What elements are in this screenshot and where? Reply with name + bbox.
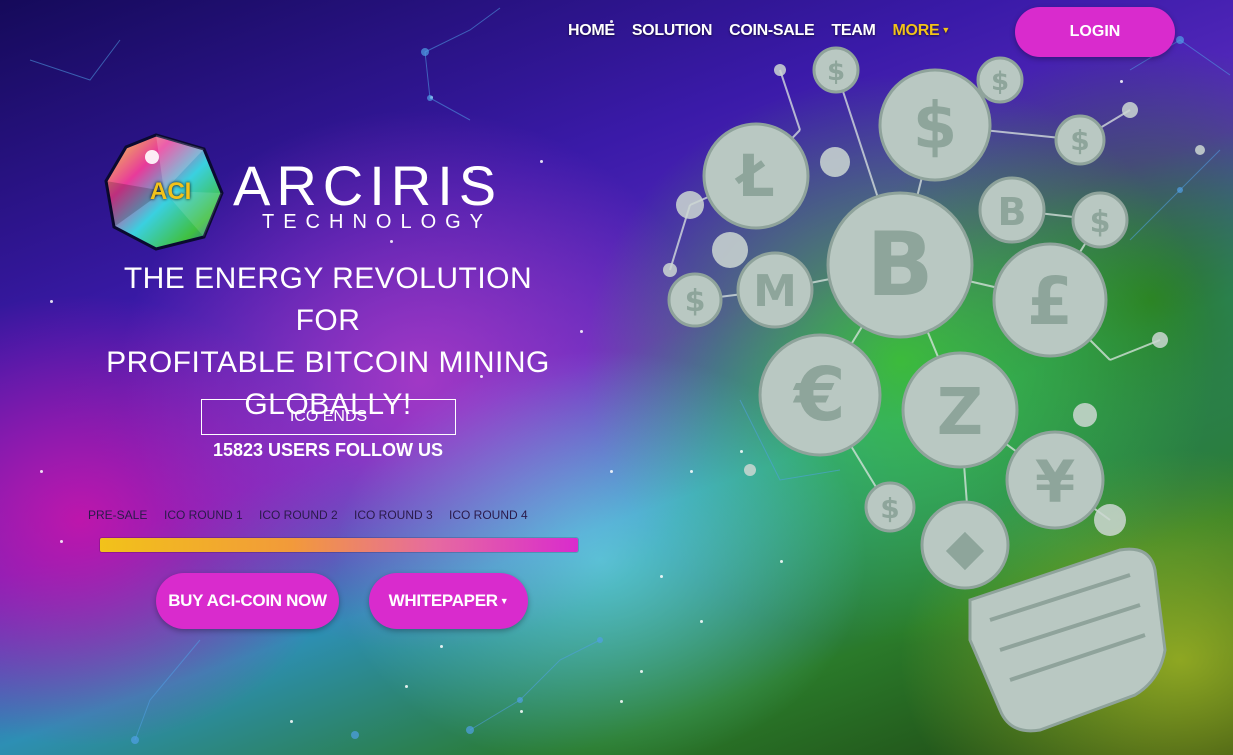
hero-headline-line-1: THE ENERGY REVOLUTION FOR [123,262,533,337]
svg-text:$: $ [1090,205,1111,240]
coin-lightbulb-icon: Ł $ $ $ $ B $ B M $ £ € Z ¥ $ ◆ [663,46,1205,733]
svg-text:$: $ [827,57,845,87]
logo-badge-text: ACI [150,178,192,205]
svg-text:M: M [753,266,797,317]
sale-progress-fill [100,538,578,552]
svg-text:£: £ [1027,263,1073,340]
main-nav: HOME SOLUTION COIN-SALE TEAM MORE ▼ [568,22,950,40]
round-label-1: ICO ROUND 1 [164,508,243,522]
followers-count: 15823 USERS FOLLOW US [212,440,444,460]
svg-text:Ł: Ł [734,142,774,210]
nav-more-dropdown[interactable]: MORE ▼ [892,22,951,40]
round-label-3: ICO ROUND 3 [354,508,433,522]
caret-down-icon: ▼ [499,596,509,606]
svg-text:€: € [792,352,846,438]
svg-text:$: $ [913,90,958,164]
brand-subtitle: TECHNOLOGY [262,211,493,233]
svg-text:¥: ¥ [1035,448,1075,516]
svg-text:B: B [998,190,1027,234]
nav-more-label: MORE [892,22,940,39]
nav-coin-sale[interactable]: COIN-SALE [729,22,815,40]
svg-text:B: B [866,213,933,316]
nav-team[interactable]: TEAM [831,22,875,40]
svg-text:$: $ [1070,124,1089,157]
round-label-presale: PRE-SALE [88,508,148,522]
sale-progress-bar [100,538,578,552]
svg-text:$: $ [991,67,1009,97]
brand-name: ARCIRIS [233,154,503,217]
svg-text:$: $ [880,492,899,525]
svg-text:Z: Z [937,376,983,450]
whitepaper-dropdown-button[interactable]: WHITEPAPER ▼ [369,573,528,629]
ico-ends-box: ICO ENDS [201,399,456,435]
buy-aci-coin-button[interactable]: BUY ACI-COIN NOW [156,573,339,629]
svg-text:◆: ◆ [946,518,985,576]
caret-down-icon: ▼ [941,25,950,35]
hero-headline-line-2: PROFITABLE BITCOIN MINING [106,346,550,379]
round-label-2: ICO ROUND 2 [259,508,338,522]
nav-home[interactable]: HOME [568,22,615,40]
whitepaper-label: WHITEPAPER [388,591,498,610]
nav-solution[interactable]: SOLUTION [632,22,713,40]
round-label-4: ICO ROUND 4 [449,508,528,522]
svg-text:$: $ [685,284,706,319]
